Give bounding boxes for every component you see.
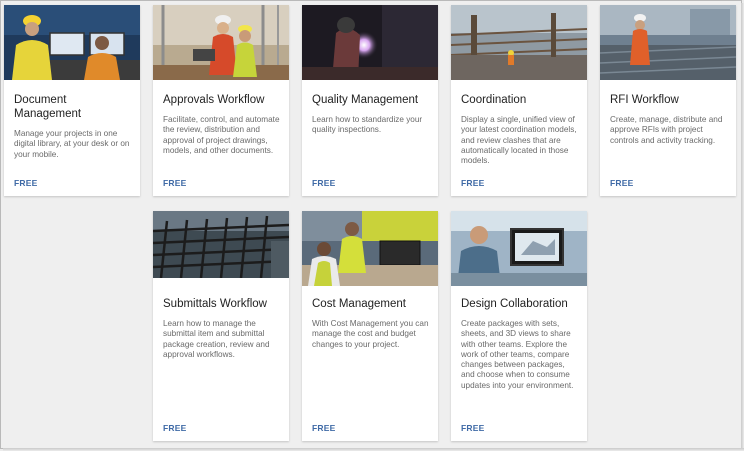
card-price-link[interactable]: FREE bbox=[163, 423, 186, 433]
card-quality-management[interactable]: Quality Management Learn how to standard… bbox=[302, 5, 438, 196]
card-image-design-collaboration bbox=[451, 211, 587, 286]
card-image-document-management bbox=[4, 5, 140, 80]
card-price-link[interactable]: FREE bbox=[163, 178, 186, 188]
card-description: Display a single, unified view of your l… bbox=[461, 115, 577, 166]
card-image-approvals-workflow bbox=[153, 5, 289, 80]
card-price-link[interactable]: FREE bbox=[312, 423, 335, 433]
card-description: Facilitate, control, and automate the re… bbox=[163, 115, 280, 155]
card-document-management[interactable]: Document Management Manage your projects… bbox=[4, 5, 140, 196]
card-image-cost-management bbox=[302, 211, 438, 286]
card-title: RFI Workflow bbox=[610, 94, 679, 106]
card-title: Document Management bbox=[14, 94, 82, 120]
card-title: Quality Management bbox=[312, 94, 419, 106]
card-image-rfi-workflow bbox=[600, 5, 736, 80]
card-cost-management[interactable]: Cost Management With Cost Management you… bbox=[302, 211, 438, 441]
card-price-link[interactable]: FREE bbox=[610, 178, 633, 188]
card-image-submittals-workflow bbox=[153, 211, 289, 278]
card-coordination[interactable]: Coordination Display a single, unified v… bbox=[451, 5, 587, 196]
card-description: With Cost Management you can manage the … bbox=[312, 319, 429, 349]
card-title: Coordination bbox=[461, 94, 527, 106]
card-description: Manage your projects in one digital libr… bbox=[14, 129, 130, 159]
card-price-link[interactable]: FREE bbox=[461, 178, 484, 188]
card-description: Learn how to manage the submittal item a… bbox=[163, 319, 270, 359]
card-title: Approvals Workflow bbox=[163, 94, 265, 106]
card-title: Design Collaboration bbox=[461, 298, 568, 310]
card-description: Learn how to standardize your quality in… bbox=[312, 115, 423, 135]
card-price-link[interactable]: FREE bbox=[312, 178, 335, 188]
card-image-coordination bbox=[451, 5, 587, 80]
card-design-collaboration[interactable]: Design Collaboration Create packages wit… bbox=[451, 211, 587, 441]
card-approvals-workflow[interactable]: Approvals Workflow Facilitate, control, … bbox=[153, 5, 289, 196]
card-title: Submittals Workflow bbox=[163, 298, 267, 310]
card-submittals-workflow[interactable]: Submittals Workflow Learn how to manage … bbox=[153, 211, 289, 441]
card-rfi-workflow[interactable]: RFI Workflow Create, manage, distribute … bbox=[600, 5, 736, 196]
card-price-link[interactable]: FREE bbox=[461, 423, 484, 433]
card-title: Cost Management bbox=[312, 298, 406, 310]
card-price-link[interactable]: FREE bbox=[14, 178, 37, 188]
card-description: Create packages with sets, sheets, and 3… bbox=[461, 319, 574, 390]
card-image-quality-management bbox=[302, 5, 438, 80]
card-description: Create, manage, distribute and approve R… bbox=[610, 115, 723, 145]
